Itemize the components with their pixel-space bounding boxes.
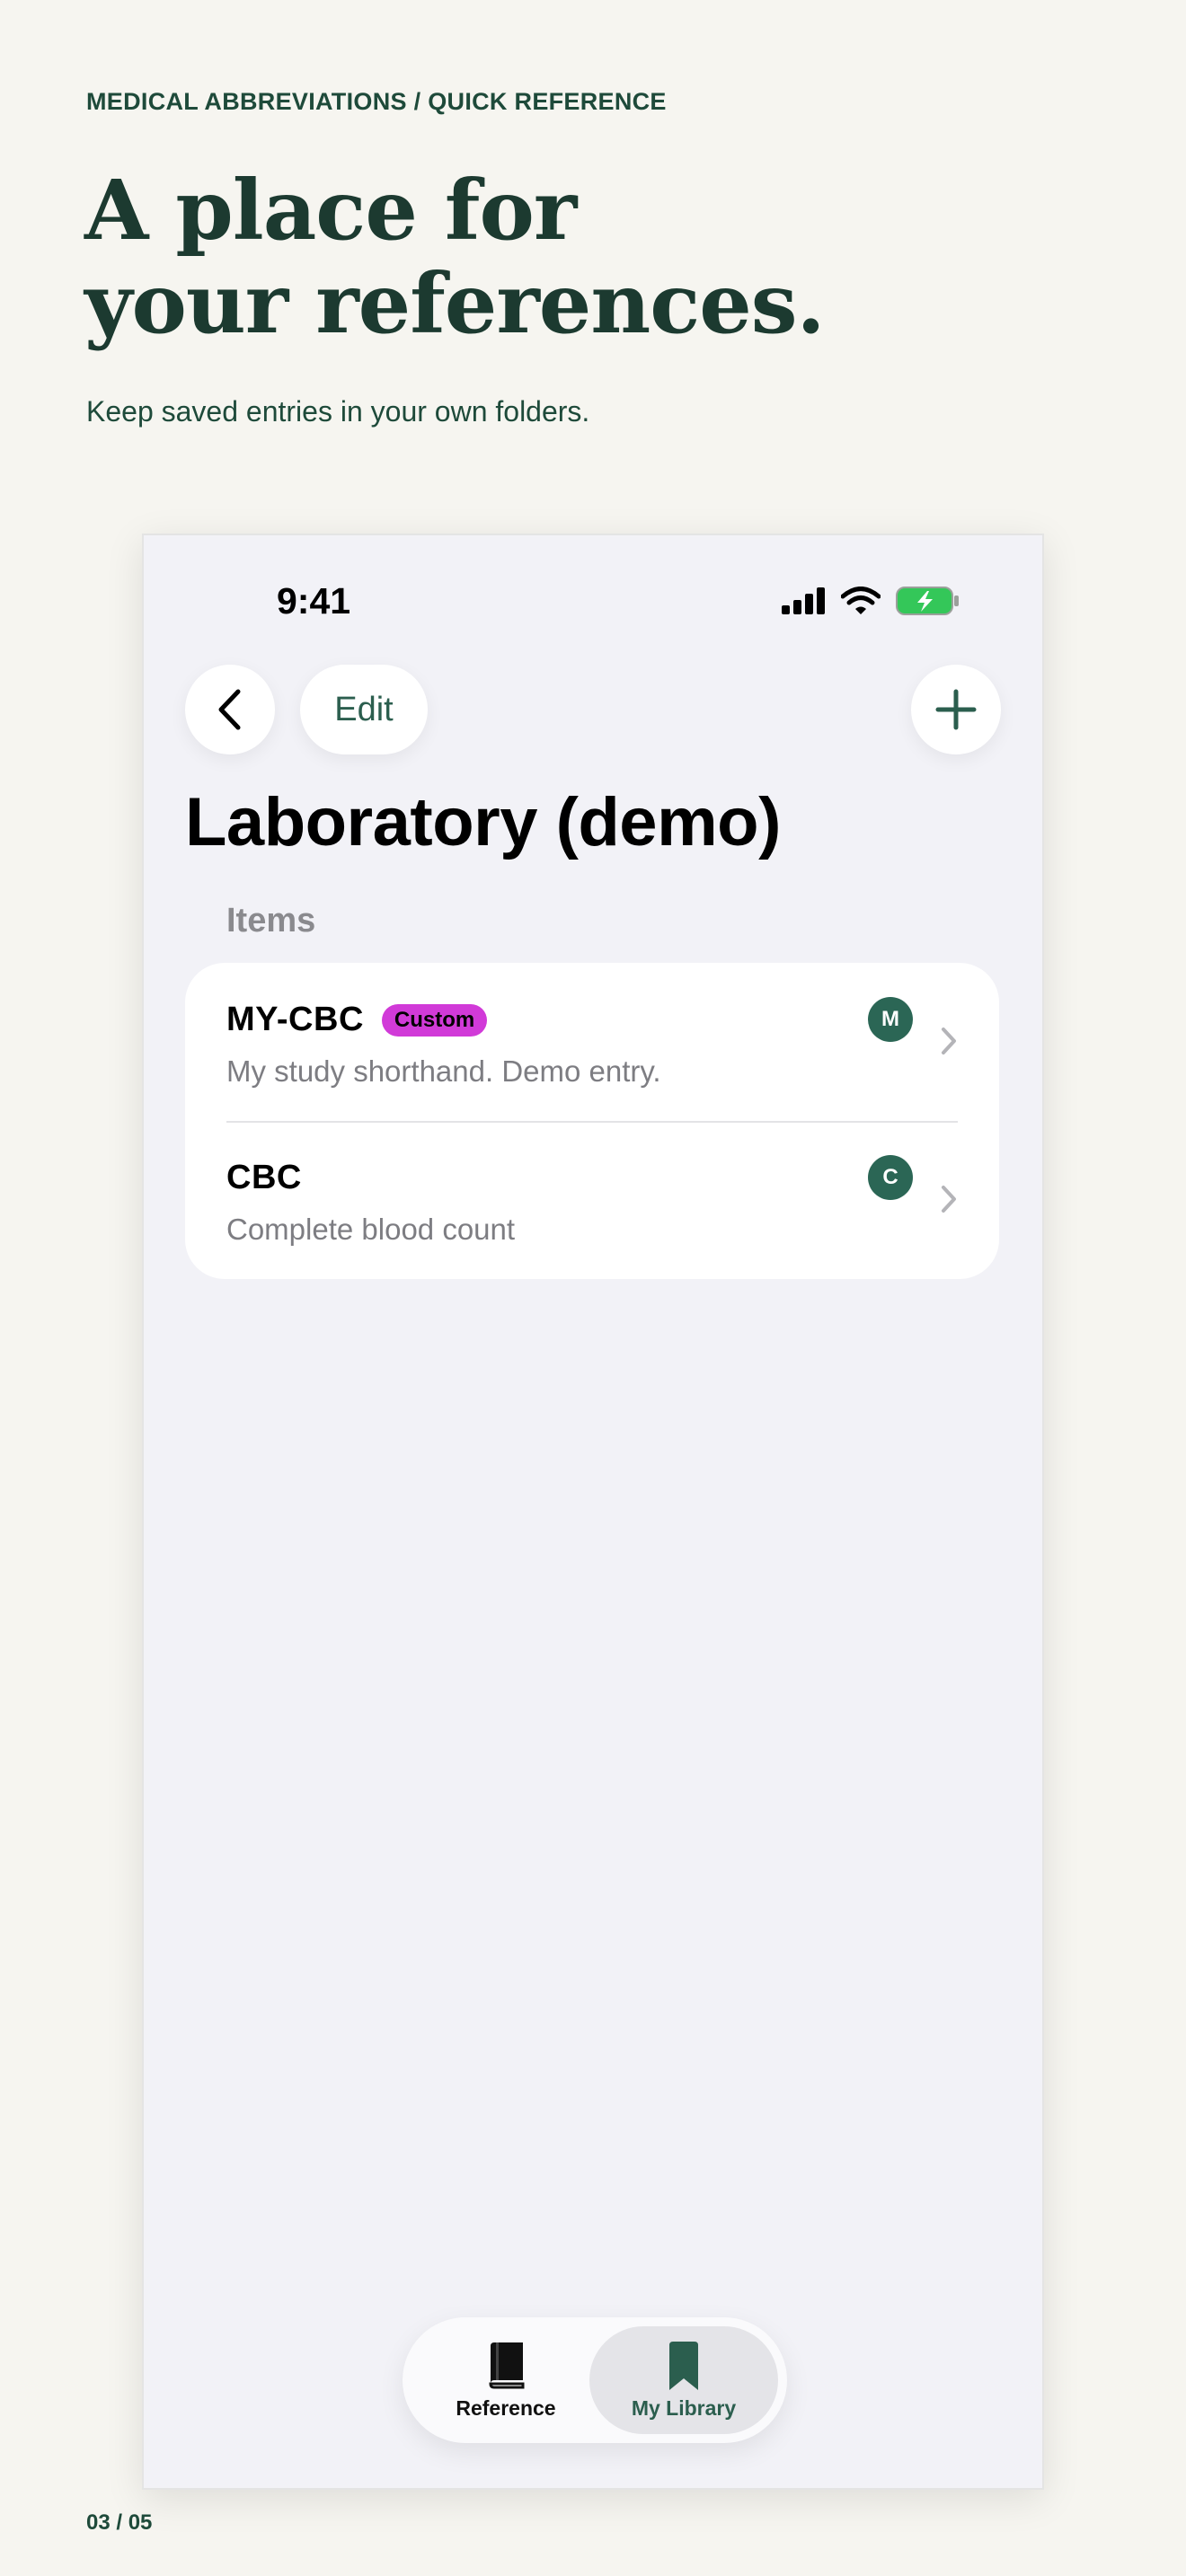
list-item-subtitle: My study shorthand. Demo entry. xyxy=(226,1054,661,1088)
wifi-icon xyxy=(841,587,881,614)
bookmark-icon xyxy=(669,2341,698,2390)
list-item-subtitle: Complete blood count xyxy=(226,1213,516,1246)
custom-badge: Custom xyxy=(381,1003,488,1037)
plus-icon xyxy=(935,689,977,730)
chevron-right-icon xyxy=(942,1028,956,1054)
avatar: M xyxy=(868,997,913,1042)
list-item-name: CBC xyxy=(226,1159,302,1196)
chevron-left-icon xyxy=(218,689,241,730)
list-item[interactable]: MY-CBC Custom My study shorthand. Demo e… xyxy=(185,963,999,1121)
tab-my-library-label: My Library xyxy=(631,2395,737,2420)
chevron-right-icon xyxy=(942,1186,956,1213)
phone-screen: 9:41 Edit Laboratory (demo) Items MY-CBC… xyxy=(142,534,1044,2490)
tab-bar: Reference My Library xyxy=(403,2317,787,2443)
add-button[interactable] xyxy=(911,665,1001,754)
tab-reference-label: Reference xyxy=(456,2395,556,2420)
headline-line-2: your references. xyxy=(84,255,826,352)
items-list: MY-CBC Custom My study shorthand. Demo e… xyxy=(185,963,999,1279)
cellular-signal-icon xyxy=(782,587,825,614)
list-item[interactable]: CBC Complete blood count C xyxy=(185,1121,999,1279)
battery-charging-icon xyxy=(896,587,959,615)
tab-my-library[interactable]: My Library xyxy=(589,2326,778,2434)
tab-reference[interactable]: Reference xyxy=(412,2326,600,2434)
list-item-title: CBC xyxy=(226,1159,302,1197)
headline-line-1: A place for xyxy=(84,162,577,259)
eyebrow-text: MEDICAL ABBREVIATIONS / QUICK REFERENCE xyxy=(86,88,667,115)
headline: A place for your references. xyxy=(84,162,826,352)
back-button[interactable] xyxy=(185,665,275,754)
avatar: C xyxy=(868,1155,913,1200)
subhead: Keep saved entries in your own folders. xyxy=(86,395,590,428)
status-icons xyxy=(782,586,960,616)
page-indicator: 03 / 05 xyxy=(86,2510,153,2535)
screen-title: Laboratory (demo) xyxy=(185,784,781,860)
section-label: Items xyxy=(226,902,316,940)
status-time: 9:41 xyxy=(277,580,351,622)
book-icon xyxy=(489,2342,525,2388)
edit-button[interactable]: Edit xyxy=(300,665,428,754)
list-item-title: MY-CBC Custom xyxy=(226,1001,488,1039)
list-item-name: MY-CBC xyxy=(226,1001,364,1038)
